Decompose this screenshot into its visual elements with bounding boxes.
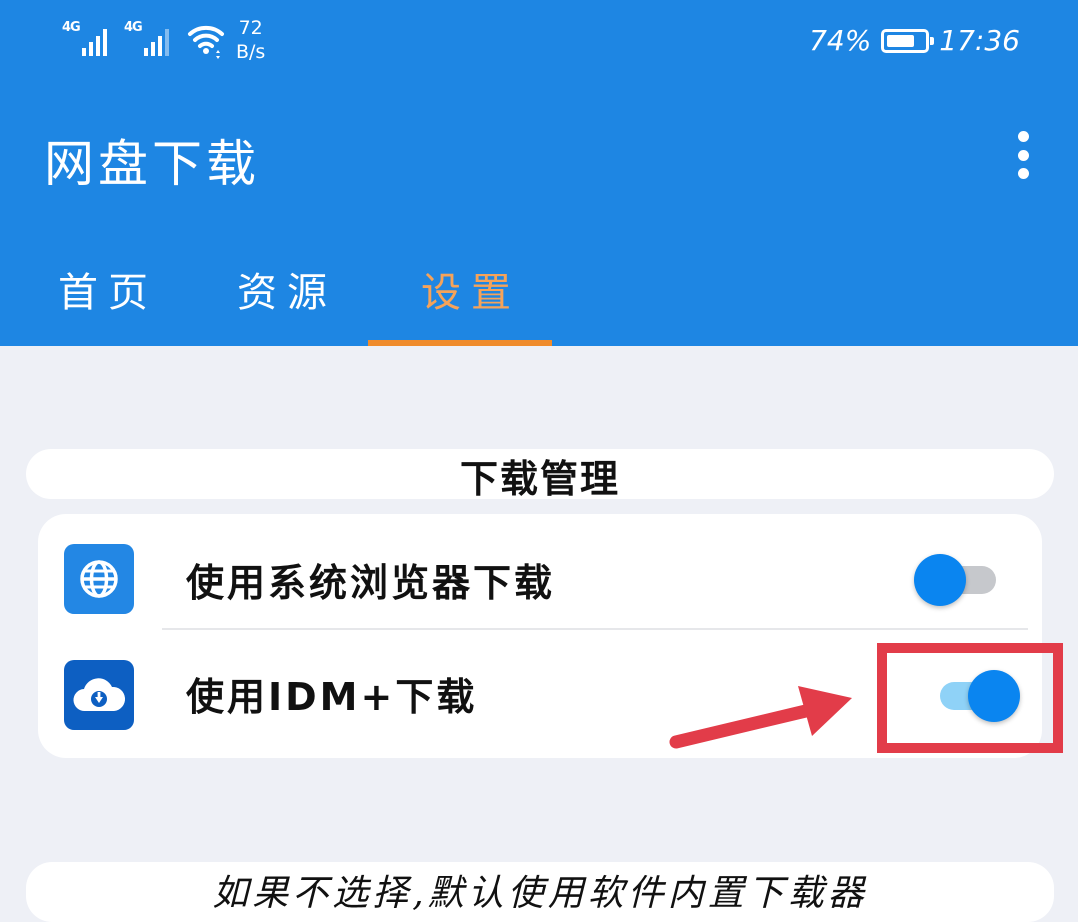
setting-label: 使用系统浏览器下载	[186, 561, 556, 605]
tab-resources[interactable]: 资源	[237, 260, 337, 318]
app-header: 4G 4G 72 B/s 74% 17:36 网盘下载 首页 资源 设置	[0, 0, 1078, 346]
wifi-icon	[188, 25, 224, 59]
app-title: 网盘下载	[44, 135, 260, 193]
system-browser-toggle[interactable]	[914, 554, 1000, 606]
clock: 17:36	[939, 24, 1020, 57]
tab-active-indicator	[368, 340, 552, 346]
net-speed-value: 72	[238, 17, 263, 39]
annotation-highlight-box	[877, 643, 1063, 753]
net-speed: 72 B/s	[236, 16, 265, 64]
annotation-arrow-icon	[669, 686, 852, 749]
row-divider	[162, 628, 1028, 630]
cloud-download-icon	[64, 660, 134, 730]
battery-icon	[881, 28, 935, 53]
default-downloader-note: 如果不选择,默认使用软件内置下载器	[26, 862, 1054, 922]
status-bar-left: 4G 4G 72 B/s	[60, 14, 265, 70]
tab-settings[interactable]: 设置	[421, 260, 521, 318]
more-vertical-icon[interactable]	[1011, 131, 1035, 179]
signal-network-label: 4G	[62, 20, 81, 35]
signal-network-label: 4G	[124, 20, 143, 35]
signal-icon: 4G	[122, 14, 178, 56]
status-bar-right: 74% 17:36	[809, 24, 1020, 57]
setting-row-system-browser[interactable]: 使用系统浏览器下载	[38, 514, 1042, 632]
tab-home[interactable]: 首页	[58, 260, 158, 318]
net-speed-unit: B/s	[236, 41, 266, 63]
setting-label: 使用IDM+下载	[186, 675, 478, 719]
section-title-download-management: 下载管理	[26, 449, 1054, 499]
globe-icon	[64, 544, 134, 614]
battery-percent: 74%	[809, 24, 872, 57]
signal-icon: 4G	[60, 14, 116, 56]
